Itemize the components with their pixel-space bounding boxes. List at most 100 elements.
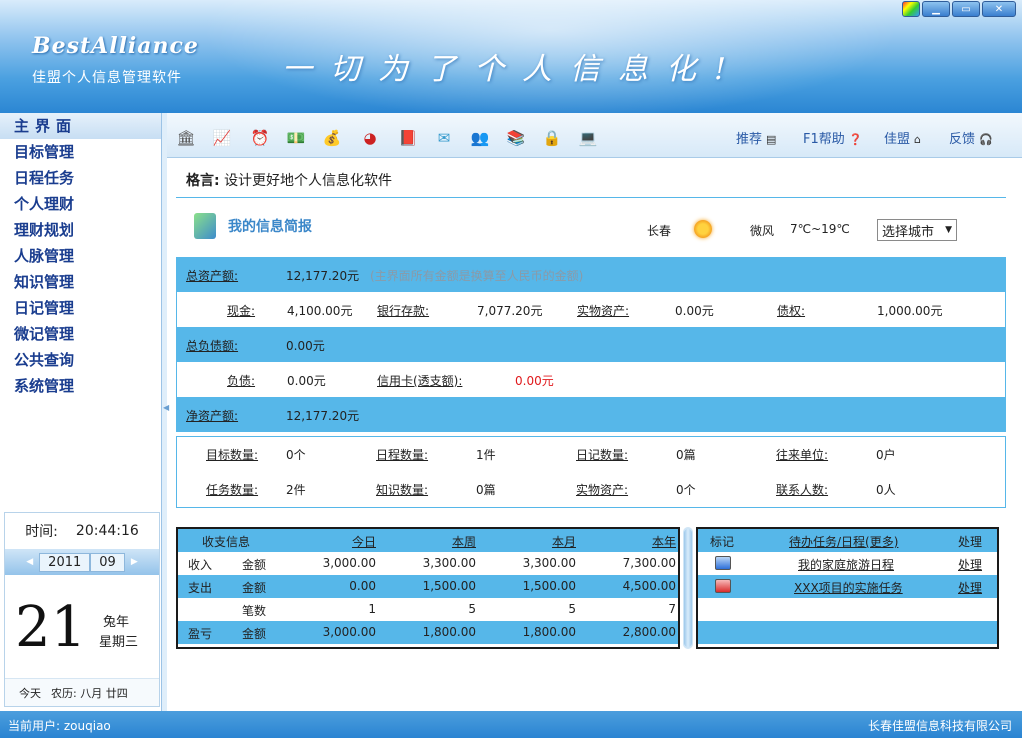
- today-label: 今天: [19, 686, 41, 700]
- row-type: 盈亏: [188, 627, 213, 641]
- todo-action[interactable]: 处理: [958, 556, 982, 573]
- wallet-icon[interactable]: 💵: [285, 127, 307, 149]
- deposit-label[interactable]: 银行存款:: [377, 302, 429, 319]
- todo-table: 标记 待办任务/日程(更多) 处理 我的家庭旅游日程 处理 XXX项目的实施任务…: [696, 527, 999, 649]
- todo-header-more[interactable]: 待办任务/日程(更多): [789, 533, 898, 550]
- sidebar-item-planning[interactable]: 理财规划: [0, 217, 161, 243]
- recommend-icon: ▤: [766, 133, 777, 146]
- sidebar-item-notes[interactable]: 微记管理: [0, 321, 161, 347]
- blue-flag-icon: [715, 556, 731, 570]
- net-assets-label[interactable]: 净资产额:: [186, 407, 238, 424]
- maximize-button[interactable]: ▭: [952, 1, 980, 17]
- sidebar-item-goals[interactable]: 目标管理: [0, 139, 161, 165]
- sidebar-item-contacts[interactable]: 人脉管理: [0, 243, 161, 269]
- empty-row: [698, 621, 997, 644]
- close-button[interactable]: ✕: [982, 1, 1016, 17]
- schedule-count-label[interactable]: 日程数量:: [376, 446, 428, 463]
- skin-button[interactable]: [902, 1, 920, 17]
- minimize-button[interactable]: ▁: [922, 1, 950, 17]
- scrollbar-thumb[interactable]: [684, 529, 692, 647]
- chart-icon[interactable]: 📈: [211, 127, 233, 149]
- task-count-value: 2件: [286, 483, 306, 497]
- row-month: 5: [568, 602, 576, 616]
- todo-action[interactable]: 处理: [958, 579, 982, 596]
- contact-count-value: 0人: [876, 483, 896, 497]
- people-icon[interactable]: 👥: [469, 127, 491, 149]
- month-value: 09: [90, 552, 125, 572]
- credit-card-label[interactable]: 信用卡(透支额):: [377, 372, 462, 389]
- total-assets-row: 总资产额: 12,177.20元 (主界面所有金额是换算至人民币的金额): [176, 257, 1006, 292]
- total-liabilities-label[interactable]: 总负债额:: [186, 337, 238, 354]
- computer-icon[interactable]: 💻: [577, 127, 599, 149]
- city-select[interactable]: 选择城市 ▼: [877, 219, 957, 241]
- unit-count-value: 0户: [876, 448, 896, 462]
- income-header-today[interactable]: 今日: [286, 533, 376, 550]
- cash-label[interactable]: 现金:: [227, 302, 255, 319]
- total-liabilities-row: 总负债额: 0.00元: [176, 327, 1006, 362]
- sidebar-item-system[interactable]: 系统管理: [0, 373, 161, 399]
- physical-asset-label[interactable]: 实物资产:: [577, 302, 629, 319]
- recommend-label: 推荐: [736, 132, 763, 147]
- contact-count-label[interactable]: 联系人数:: [776, 481, 828, 498]
- recommend-link[interactable]: 推荐 ▤: [736, 128, 776, 147]
- sidebar-item-finance[interactable]: 个人理财: [0, 191, 161, 217]
- sidebar-splitter[interactable]: ◀: [162, 113, 169, 711]
- clock-icon[interactable]: ⏰: [249, 127, 271, 149]
- physical-count-label[interactable]: 实物资产:: [576, 481, 628, 498]
- feedback-link[interactable]: 反馈 🎧: [949, 128, 993, 147]
- income-header-info: 收支信息: [202, 535, 251, 549]
- income-header-month[interactable]: 本月: [486, 533, 576, 550]
- time-label: 时间:: [25, 524, 58, 540]
- row-year: 2,800.00: [622, 625, 676, 639]
- debt-value: 0.00元: [287, 374, 326, 388]
- row-week: 5: [468, 602, 476, 616]
- current-user-name: zouqiao: [63, 719, 111, 733]
- next-month-icon[interactable]: ▶: [125, 557, 144, 567]
- sidebar-item-knowledge[interactable]: 知识管理: [0, 269, 161, 295]
- schedule-count-value: 1件: [476, 448, 496, 462]
- lock-icon[interactable]: 🔒: [541, 127, 563, 149]
- row-year: 7: [668, 602, 676, 616]
- pie-chart-icon[interactable]: ◕: [359, 127, 381, 149]
- city-select-value: 选择城市: [882, 224, 935, 240]
- toolbar: 🏛 📈 ⏰ 💵 💰 ◕ 📕 ✉ 👥 📚 🔒 💻 推荐 ▤ F1帮助 ❓ 佳盟 ⌂ 反馈…: [167, 113, 1022, 158]
- todo-name[interactable]: 我的家庭旅游日程: [798, 556, 894, 573]
- money-bag-icon[interactable]: 💰: [321, 127, 343, 149]
- help-link[interactable]: F1帮助 ❓: [803, 128, 862, 147]
- todo-header-tag: 标记: [710, 535, 735, 549]
- income-header-year[interactable]: 本年: [586, 533, 676, 550]
- sidebar-item-schedule[interactable]: 日程任务: [0, 165, 161, 191]
- calendar-widget: 时间: 20:44:16 ◀ 2011 09 ▶ 21 兔年 星期三 今天 农历…: [4, 512, 160, 707]
- row-metric: 金额: [242, 558, 267, 572]
- list-item: XXX项目的实施任务 处理: [698, 575, 997, 598]
- prev-month-icon[interactable]: ◀: [20, 557, 39, 567]
- sidebar-item-query[interactable]: 公共查询: [0, 347, 161, 373]
- knowledge-count-label[interactable]: 知识数量:: [376, 481, 428, 498]
- total-assets-label[interactable]: 总资产额:: [186, 267, 238, 284]
- books-icon[interactable]: 📚: [505, 127, 527, 149]
- table-row: 收入 金额 3,000.00 3,300.00 3,300.00 7,300.0…: [178, 552, 678, 575]
- bank-icon[interactable]: 🏛: [175, 127, 197, 149]
- income-header-week[interactable]: 本周: [386, 533, 476, 550]
- todo-name[interactable]: XXX项目的实施任务: [794, 579, 903, 596]
- current-user-label: 当前用户:: [8, 719, 61, 733]
- sidebar-item-home[interactable]: 主界面: [0, 113, 161, 139]
- debt-label[interactable]: 负债:: [227, 372, 255, 389]
- task-count-label[interactable]: 任务数量:: [206, 481, 258, 498]
- current-user: 当前用户: zouqiao: [8, 717, 111, 734]
- income-table: 收支信息 今日 本周 本月 本年 收入 金额 3,000.00 3,300.00…: [176, 527, 680, 649]
- alliance-link[interactable]: 佳盟 ⌂: [884, 128, 921, 147]
- net-assets-row: 净资产额: 12,177.20元: [176, 397, 1006, 432]
- list-item: 我的家庭旅游日程 处理: [698, 552, 997, 575]
- diary-count-label[interactable]: 日记数量:: [576, 446, 628, 463]
- mail-icon[interactable]: ✉: [433, 127, 455, 149]
- info-brief-title: 我的信息简报: [194, 213, 312, 239]
- knowledge-count-value: 0篇: [476, 483, 496, 497]
- unit-count-label[interactable]: 往来单位:: [776, 446, 828, 463]
- goal-count-label[interactable]: 目标数量:: [206, 446, 258, 463]
- claim-label[interactable]: 债权:: [777, 302, 805, 319]
- motto-label: 格言:: [186, 173, 220, 189]
- sidebar-item-diary[interactable]: 日记管理: [0, 295, 161, 321]
- book-icon[interactable]: 📕: [397, 127, 419, 149]
- vertical-scrollbar[interactable]: [683, 527, 693, 649]
